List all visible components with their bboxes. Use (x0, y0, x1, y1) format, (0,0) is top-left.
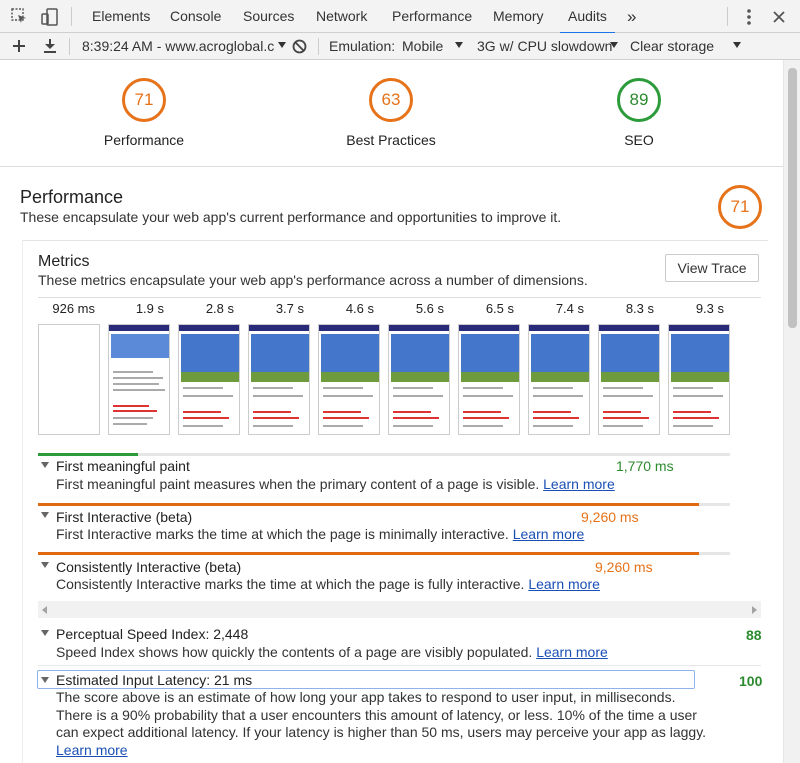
devtools-tab-bar: Elements Console Sources Network Perform… (0, 0, 800, 34)
audit-description-line: can expect additional latency. If your l… (56, 724, 707, 740)
learn-more-link[interactable]: Learn more (543, 476, 615, 492)
plus-icon[interactable] (12, 39, 26, 53)
report-dropdown-icon[interactable] (278, 42, 286, 48)
device-toolbar-icon[interactable] (40, 7, 60, 27)
audit-score: 88 (746, 627, 762, 643)
audit-description-text: Speed Index shows how quickly the conten… (56, 644, 533, 660)
throttling-dropdown-icon[interactable] (610, 42, 618, 48)
audit-value: 1,770 ms (616, 458, 674, 474)
audits-toolbar: 8:39:24 AM - www.acroglobal.c Emulation:… (0, 33, 800, 60)
vertical-scrollbar[interactable] (783, 60, 800, 763)
audit-description: Consistently Interactive marks the time … (56, 576, 600, 592)
audit-score: 100 (739, 673, 763, 689)
learn-more-link[interactable]: Learn more (528, 576, 600, 592)
tab-audits[interactable]: Audits (560, 0, 615, 34)
emulation-dropdown-icon[interactable] (455, 42, 463, 48)
horizontal-scrollbar[interactable] (38, 601, 761, 618)
tab-network[interactable]: Network (316, 0, 367, 33)
tab-elements[interactable]: Elements (92, 0, 150, 33)
scrollbar-thumb[interactable] (788, 68, 797, 328)
audit-title[interactable]: Consistently Interactive (beta) (56, 559, 241, 575)
audit-title[interactable]: First meaningful paint (56, 458, 190, 474)
tab-memory[interactable]: Memory (493, 0, 544, 33)
audit-bar-fill (38, 552, 699, 555)
divider (38, 665, 761, 666)
audit-title[interactable]: First Interactive (beta) (56, 509, 192, 525)
download-icon[interactable] (43, 38, 57, 54)
more-tabs-icon[interactable]: » (627, 0, 636, 33)
audit-description-line: There is a 90% probability that a user e… (56, 707, 697, 723)
close-icon[interactable] (772, 10, 786, 24)
tab-sources[interactable]: Sources (243, 0, 294, 33)
audit-description-line: The score above is an estimate of how lo… (56, 689, 676, 705)
chevron-down-icon[interactable] (41, 677, 49, 683)
audit-title[interactable]: Estimated Input Latency: 21 ms (56, 672, 252, 688)
tab-performance[interactable]: Performance (392, 0, 472, 33)
audit-description-text: First Interactive marks the time at whic… (56, 526, 509, 542)
learn-more-link-text[interactable]: Learn more (56, 742, 128, 758)
emulation-select[interactable]: Mobile (402, 33, 443, 60)
chevron-down-icon[interactable] (41, 630, 49, 636)
throttling-select[interactable]: 3G w/ CPU slowdown (477, 33, 612, 60)
learn-more-link[interactable]: Learn more (536, 644, 608, 660)
scroll-left-icon[interactable] (42, 606, 47, 614)
audit-value: 9,260 ms (581, 509, 639, 525)
tab-console[interactable]: Console (170, 0, 221, 33)
audit-description-text: Consistently Interactive marks the time … (56, 576, 525, 592)
audit-value: 9,260 ms (595, 559, 653, 575)
audit-description: Speed Index shows how quickly the conten… (56, 644, 608, 660)
learn-more-link[interactable]: Learn more (513, 526, 585, 542)
chevron-down-icon[interactable] (41, 562, 49, 568)
scroll-right-icon[interactable] (752, 606, 757, 614)
audit-description: First Interactive marks the time at whic… (56, 526, 584, 542)
audit-title[interactable]: Perceptual Speed Index: 2,448 (56, 626, 248, 642)
chevron-down-icon[interactable] (41, 512, 49, 518)
audit-description: First meaningful paint measures when the… (56, 476, 615, 492)
emulation-label: Emulation: (329, 38, 396, 54)
report-content: 71 Performance 63 Best Practices 89 SEO … (0, 60, 783, 763)
kebab-menu-icon[interactable] (745, 8, 753, 26)
clear-reports-icon[interactable] (292, 39, 307, 54)
clear-storage-select[interactable]: Clear storage (630, 33, 714, 60)
learn-more-link[interactable]: Learn more (56, 742, 128, 758)
report-selector[interactable]: 8:39:24 AM - www.acroglobal.c (82, 33, 276, 60)
clear-storage-dropdown-icon[interactable] (733, 42, 741, 48)
audit-description-text: First meaningful paint measures when the… (56, 476, 540, 492)
audit-bar (38, 453, 730, 456)
audit-bar-fill (38, 503, 699, 506)
inspect-element-icon[interactable] (11, 8, 29, 26)
chevron-down-icon[interactable] (41, 462, 49, 468)
audit-list: First meaningful paint 1,770 ms First me… (0, 60, 783, 763)
audit-bar-fill (38, 453, 138, 456)
